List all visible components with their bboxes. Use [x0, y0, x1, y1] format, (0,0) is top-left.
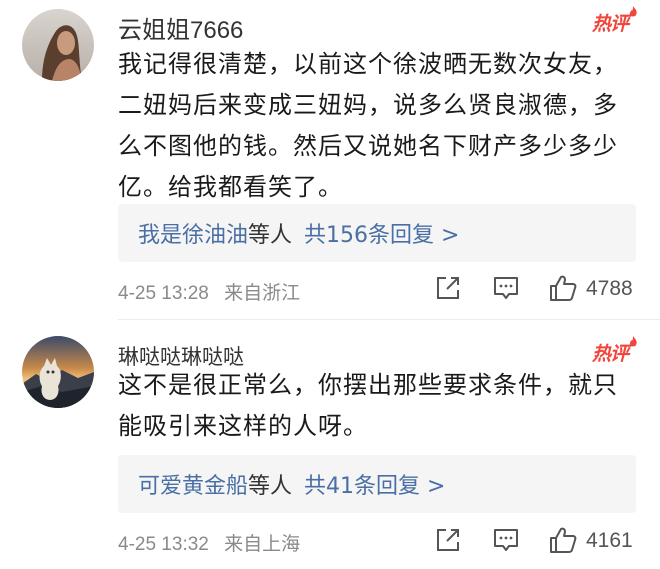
- comment-text: 这不是很正常么，你摆出那些要求条件，就只能吸引来这样的人呀。: [118, 371, 618, 440]
- comment-date: 4-25 13:28: [118, 283, 209, 304]
- comment-item: 云姐姐7666 热评 我记得很清楚，以前这个徐波晒无数次女友，二妞妈后来变成三妞…: [0, 0, 660, 320]
- comment-meta: 4-25 13:28 来自浙江: [118, 278, 300, 305]
- share-icon[interactable]: [433, 273, 463, 303]
- hot-label: 热评: [592, 343, 629, 365]
- like-icon[interactable]: [548, 525, 578, 555]
- reply-summary[interactable]: 我是徐油油 等人 共156条回复 >: [118, 204, 636, 262]
- share-icon[interactable]: [433, 525, 463, 555]
- avatar[interactable]: [22, 9, 94, 81]
- hot-comment-badge: 热评: [592, 336, 637, 366]
- like-icon[interactable]: [548, 273, 578, 303]
- like-count: 4161: [586, 529, 633, 552]
- comment-location: 来自上海: [224, 534, 301, 555]
- reply-suffix: 等人: [248, 223, 293, 248]
- flame-icon: [629, 336, 637, 347]
- reply-count-link[interactable]: 共41条回复 >: [304, 468, 445, 500]
- flame-icon: [629, 6, 637, 17]
- like-count: 4788: [586, 277, 633, 300]
- hot-label: 热评: [592, 13, 629, 35]
- hot-comment-badge: 热评: [592, 6, 637, 36]
- reply-summary[interactable]: 可爱黄金船 等人 共41条回复 >: [118, 455, 636, 513]
- comment-meta: 4-25 13:32 来自上海: [118, 529, 300, 556]
- reply-count-link[interactable]: 共156条回复 >: [304, 217, 459, 249]
- comment-text: 我记得很清楚，以前这个徐波晒无数次女友，二妞妈后来变成三妞妈，说多么贤良淑德，多…: [118, 50, 618, 201]
- avatar[interactable]: [22, 336, 94, 408]
- username[interactable]: 云姐姐7666: [118, 10, 243, 45]
- comment-item: 琳哒哒琳哒哒 热评 这不是很正常么，你摆出那些要求条件，就只能吸引来这样的人呀。…: [0, 320, 660, 569]
- comment-icon[interactable]: [491, 525, 521, 555]
- reply-names[interactable]: 我是徐油油: [138, 217, 248, 249]
- comment-icon[interactable]: [491, 273, 521, 303]
- comment-location: 来自浙江: [224, 283, 301, 304]
- reply-names[interactable]: 可爱黄金船: [138, 468, 248, 500]
- comment-date: 4-25 13:32: [118, 534, 209, 555]
- reply-suffix: 等人: [248, 474, 293, 499]
